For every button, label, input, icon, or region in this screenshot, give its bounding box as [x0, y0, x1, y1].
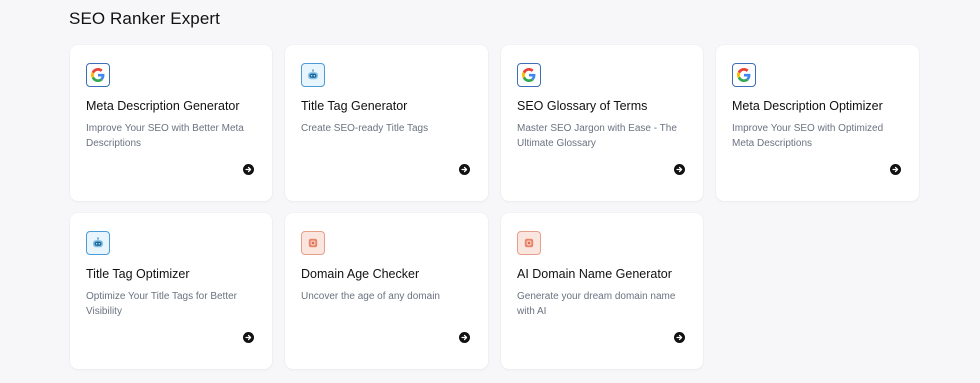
tool-card-title-tag-optimizer[interactable]: Title Tag Optimizer Optimize Your Title … [70, 213, 272, 369]
arrow-right-icon[interactable] [243, 332, 254, 343]
arrow-right-icon[interactable] [459, 332, 470, 343]
tool-card-seo-glossary-of-terms[interactable]: SEO Glossary of Terms Master SEO Jargon … [501, 45, 703, 201]
tool-card-meta-description-generator[interactable]: Meta Description Generator Improve Your … [70, 45, 272, 201]
card-title: Title Tag Optimizer [86, 267, 190, 281]
google-icon [732, 63, 756, 87]
card-description: Improve Your SEO with Optimized Meta Des… [732, 123, 884, 149]
card-description: Create SEO-ready Title Tags [301, 123, 429, 134]
domain-icon [301, 231, 325, 255]
card-title: SEO Glossary of Terms [517, 99, 648, 113]
card-description: Optimize Your Title Tags for Better Visi… [86, 291, 238, 317]
card-description: Master SEO Jargon with Ease - The Ultima… [517, 123, 677, 149]
arrow-right-icon[interactable] [674, 332, 685, 343]
card-title: Meta Description Optimizer [732, 99, 883, 113]
google-icon [517, 63, 541, 87]
tool-card-domain-age-checker[interactable]: Domain Age Checker Uncover the age of an… [285, 213, 488, 369]
tool-card-title-tag-generator[interactable]: Title Tag Generator Create SEO-ready Tit… [285, 45, 488, 201]
section-title: SEO Ranker Expert [69, 9, 220, 28]
card-title: AI Domain Name Generator [517, 267, 672, 281]
card-title: Domain Age Checker [301, 267, 420, 281]
card-title: Title Tag Generator [301, 99, 408, 113]
card-description: Uncover the age of any domain [301, 291, 440, 302]
tool-card-grid: Meta Description Generator Improve Your … [70, 45, 919, 369]
card-title: Meta Description Generator [86, 99, 240, 113]
tool-card-meta-description-optimizer[interactable]: Meta Description Optimizer Improve Your … [716, 45, 919, 201]
google-icon [86, 63, 110, 87]
domain-icon [517, 231, 541, 255]
arrow-right-icon[interactable] [890, 164, 901, 175]
robot-icon [86, 231, 110, 255]
arrow-right-icon[interactable] [674, 164, 685, 175]
tool-card-ai-domain-name-generator[interactable]: AI Domain Name Generator Generate your d… [501, 213, 703, 369]
robot-icon [301, 63, 325, 87]
arrow-right-icon[interactable] [243, 164, 254, 175]
card-description: Improve Your SEO with Better Meta Descri… [86, 123, 244, 149]
card-description: Generate your dream domain name with AI [517, 291, 676, 317]
arrow-right-icon[interactable] [459, 164, 470, 175]
